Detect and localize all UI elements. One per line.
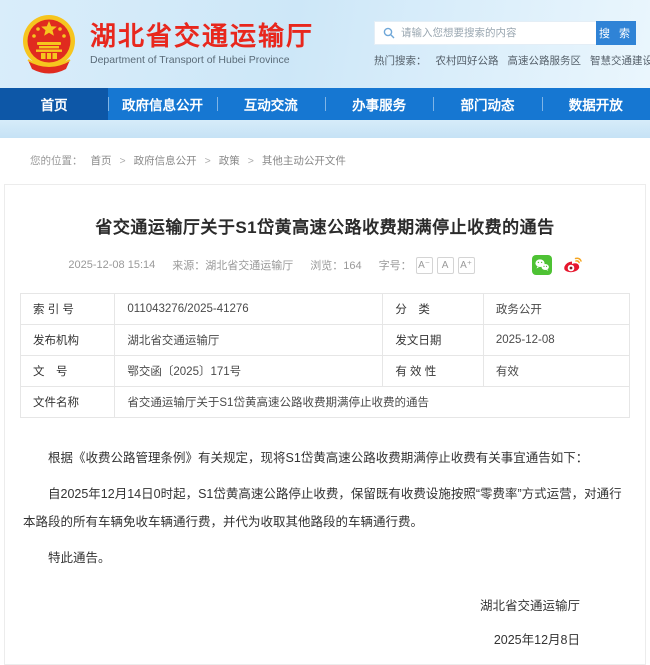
article-source: 来源：湖北省交通运输厅 [172, 257, 293, 273]
font-normal-button[interactable]: A [437, 257, 454, 274]
category-label: 分 类 [383, 294, 483, 325]
article-card: 省交通运输厅关于S1岱黄高速公路收费期满停止收费的通告 2025-12-08 1… [4, 184, 646, 665]
hot-search-link-1[interactable]: 农村四好公路 [436, 53, 499, 68]
nav-sub-strip [0, 120, 650, 138]
body-paragraph-3: 特此通告。 [23, 544, 627, 572]
issue-date-value: 2025-12-08 [483, 325, 629, 356]
table-row: 索 引 号 011043276/2025-41276 分 类 政务公开 [21, 294, 630, 325]
validity-value: 有效 [483, 356, 629, 387]
validity-label: 有 效 性 [383, 356, 483, 387]
index-number-label: 索 引 号 [21, 294, 115, 325]
breadcrumb-current[interactable]: 其他主动公开文件 [262, 153, 346, 168]
header-search-area: 搜 索 热门搜索： 农村四好公路 高速公路服务区 智慧交通建设 [374, 21, 636, 68]
nav-item-dept-news[interactable]: 部门动态 [433, 88, 541, 120]
publish-datetime: 2025-12-08 15:14 [68, 259, 155, 271]
breadcrumb: 您的位置： 首页 > 政府信息公开 > 政策 > 其他主动公开文件 [0, 138, 650, 181]
doc-title-value: 省交通运输厅关于S1岱黄高速公路收费期满停止收费的通告 [115, 387, 630, 418]
table-row: 发布机构 湖北省交通运输厅 发文日期 2025-12-08 [21, 325, 630, 356]
font-size-controls: 字号： A⁻ A A⁺ [379, 257, 475, 274]
article-body: 根据《收费公路管理条例》有关规定，现将S1岱黄高速公路收费期满停止收费有关事宜通… [23, 444, 627, 572]
search-icon [383, 27, 395, 39]
breadcrumb-label: 您的位置： [30, 153, 83, 168]
share-buttons [532, 255, 582, 275]
font-size-label: 字号： [379, 257, 412, 273]
brand-text: 湖北省交通运输厅 Department of Transport of Hube… [90, 22, 314, 67]
view-count: 浏览：164 [310, 257, 361, 273]
issuing-agency-label: 发布机构 [21, 325, 115, 356]
body-paragraph-1: 根据《收费公路管理条例》有关规定，现将S1岱黄高速公路收费期满停止收费有关事宜通… [23, 444, 627, 472]
table-row: 文件名称 省交通运输厅关于S1岱黄高速公路收费期满停止收费的通告 [21, 387, 630, 418]
document-info-table: 索 引 号 011043276/2025-41276 分 类 政务公开 发布机构… [20, 293, 630, 418]
breadcrumb-policy[interactable]: 政策 [219, 153, 240, 168]
hot-search-link-3[interactable]: 智慧交通建设 [590, 53, 650, 68]
signature-block: 湖北省交通运输厅 2025年12月8日 [5, 592, 645, 654]
font-larger-button[interactable]: A⁺ [458, 257, 475, 274]
nav-item-interaction[interactable]: 互动交流 [217, 88, 325, 120]
breadcrumb-separator: > [120, 155, 126, 167]
hot-search-label: 热门搜索： [374, 53, 427, 68]
site-subtitle: Department of Transport of Hubei Provinc… [90, 54, 314, 66]
weibo-share-icon[interactable] [562, 255, 582, 275]
index-number-value: 011043276/2025-41276 [115, 294, 383, 325]
font-smaller-button[interactable]: A⁻ [416, 257, 433, 274]
table-row: 文 号 鄂交函〔2025〕171号 有 效 性 有效 [21, 356, 630, 387]
body-paragraph-2: 自2025年12月14日0时起，S1岱黄高速公路停止收费，保留既有收费设施按照“… [23, 480, 627, 536]
hot-search-link-2[interactable]: 高速公路服务区 [508, 53, 582, 68]
main-nav: 首页 政府信息公开 互动交流 办事服务 部门动态 数据开放 [0, 88, 650, 120]
breadcrumb-separator: > [248, 155, 254, 167]
issuing-agency-value: 湖北省交通运输厅 [115, 325, 383, 356]
breadcrumb-separator: > [205, 155, 211, 167]
article-meta-row: 2025-12-08 15:14 来源：湖北省交通运输厅 浏览：164 字号： … [5, 255, 645, 275]
national-emblem-logo [20, 12, 78, 76]
site-title: 湖北省交通运输厅 [90, 22, 314, 52]
doc-number-label: 文 号 [21, 356, 115, 387]
search-input[interactable] [401, 27, 588, 39]
category-value: 政务公开 [483, 294, 629, 325]
breadcrumb-home[interactable]: 首页 [91, 153, 112, 168]
brand: 湖北省交通运输厅 Department of Transport of Hube… [20, 12, 314, 76]
search-box [374, 21, 596, 45]
signature-org: 湖北省交通运输厅 [5, 592, 580, 620]
breadcrumb-gov-info[interactable]: 政府信息公开 [134, 153, 197, 168]
site-header: 湖北省交通运输厅 Department of Transport of Hube… [0, 0, 650, 88]
signature-date: 2025年12月8日 [5, 626, 580, 654]
issue-date-label: 发文日期 [383, 325, 483, 356]
article-title: 省交通运输厅关于S1岱黄高速公路收费期满停止收费的通告 [5, 213, 645, 238]
wechat-share-icon[interactable] [532, 255, 552, 275]
doc-number-value: 鄂交函〔2025〕171号 [115, 356, 383, 387]
search-button[interactable]: 搜 索 [596, 21, 636, 45]
doc-title-label: 文件名称 [21, 387, 115, 418]
nav-item-services[interactable]: 办事服务 [325, 88, 433, 120]
nav-item-home[interactable]: 首页 [0, 88, 108, 120]
nav-item-open-data[interactable]: 数据开放 [542, 88, 650, 120]
nav-item-gov-info[interactable]: 政府信息公开 [108, 88, 216, 120]
hot-search-row: 热门搜索： 农村四好公路 高速公路服务区 智慧交通建设 [374, 53, 636, 68]
